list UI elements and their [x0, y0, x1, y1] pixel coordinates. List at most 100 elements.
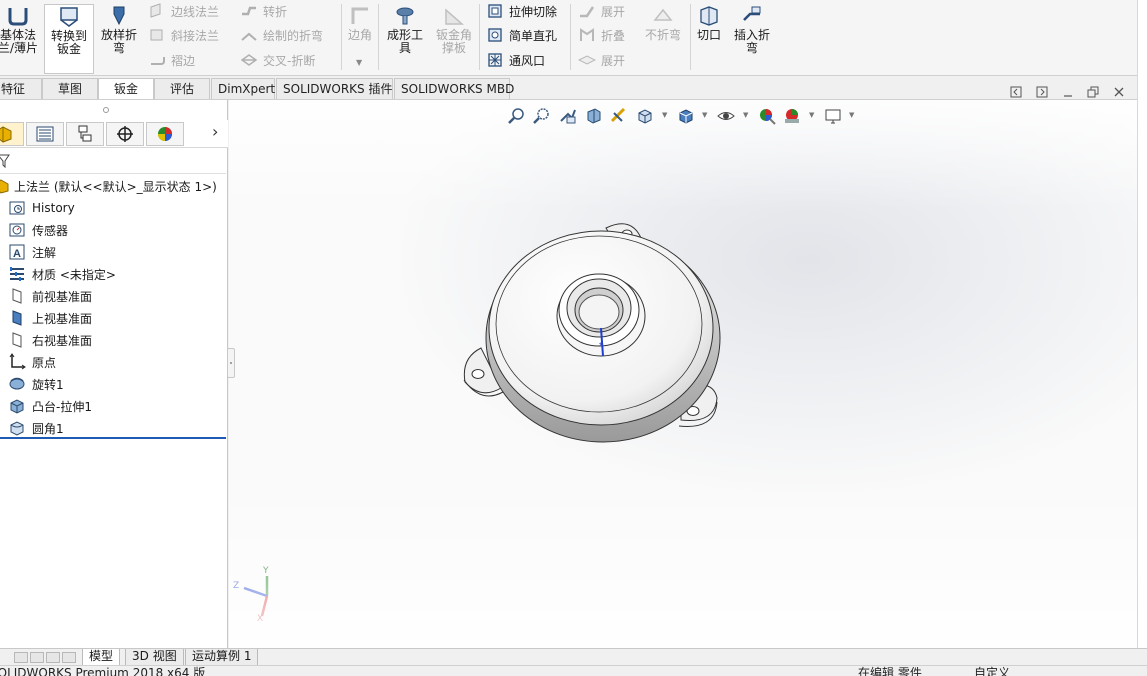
status-bar: SOLIDWORKS Premium 2018 x64 版 在编辑 零件 自定义 [0, 665, 1147, 676]
configuration-manager-tab[interactable] [66, 122, 104, 146]
dynamic-annotation-views-icon[interactable] [608, 105, 630, 127]
tree-item-label: 上视基准面 [32, 311, 93, 326]
hide-show-items-icon[interactable] [715, 105, 737, 127]
fold-button[interactable]: 折叠 [578, 24, 625, 46]
sheet-metal-gusset-button[interactable]: 钣金角 撑板 [432, 4, 476, 74]
forming-tool-button[interactable]: 成形工 具 [384, 4, 426, 74]
view-orientation-icon[interactable] [634, 105, 656, 127]
rip-button[interactable]: 切口 [694, 4, 724, 74]
tree-item-label: 圆角1 [32, 421, 64, 436]
tree-root-part[interactable]: 上法兰 (默认<<默认>_显示状态 1>) [0, 176, 217, 196]
tab-solidworks-mbd[interactable]: SOLIDWORKS MBD [394, 78, 514, 99]
feature-manager-tab[interactable] [0, 122, 24, 146]
panel-splitter-handle[interactable] [227, 348, 235, 378]
sketched-bend-icon [241, 32, 257, 41]
tab-sketch[interactable]: 草图 [42, 78, 98, 99]
restore-icon[interactable] [1085, 84, 1101, 100]
corners-dropdown-icon[interactable]: ▼ [356, 58, 362, 67]
no-bends-label: 不折弯 [644, 28, 681, 42]
simple-hole-button[interactable]: 简单直孔 [486, 24, 557, 46]
tab-sheet-metal[interactable]: 钣金 [98, 78, 154, 99]
view-settings-icon[interactable] [822, 105, 844, 127]
tree-item-boss-extrude1[interactable]: 凸台-拉伸1 [8, 395, 92, 417]
bottom-tab-bar: 模型 3D 视图 运动算例 1 [0, 648, 1147, 666]
nav-next-icon[interactable] [46, 652, 60, 663]
filter-row[interactable] [0, 150, 226, 174]
tab-evaluate[interactable]: 评估 [154, 78, 210, 99]
tab-dimxpert[interactable]: DimXpert [211, 78, 275, 99]
minimize-icon[interactable] [1060, 84, 1076, 100]
ribbon-separator [378, 4, 379, 70]
property-manager-tab[interactable] [26, 122, 64, 146]
no-bends-icon [653, 8, 673, 21]
tree-item-material[interactable]: 材质 <未指定> [8, 263, 116, 285]
edge-flange-button[interactable]: 边线法兰 [148, 0, 219, 22]
convert-to-sheet-metal-button[interactable]: 转换到 钣金 [44, 4, 94, 74]
insert-bends-button[interactable]: 插入折 弯 [729, 4, 775, 74]
extruded-cut-button[interactable]: 拉伸切除 [486, 0, 557, 22]
dimxpert-manager-tab[interactable] [106, 122, 144, 146]
triad-y-label: Y [263, 566, 269, 576]
tree-item-right-plane[interactable]: 右视基准面 [8, 329, 92, 351]
cross-break-button[interactable]: 交叉-折断 [240, 49, 315, 71]
apply-scene-icon[interactable] [781, 105, 803, 127]
cross-break-label: 交叉-折断 [263, 53, 316, 68]
flatten-button[interactable]: 展开 [578, 49, 625, 71]
plane-icon [12, 288, 22, 304]
nav-prev-icon[interactable] [30, 652, 44, 663]
ribbon-separator [479, 4, 480, 70]
tab-3d-views[interactable]: 3D 视图 [125, 649, 184, 666]
section-view-icon[interactable] [583, 105, 605, 127]
tab-model[interactable]: 模型 [82, 649, 121, 666]
panel-expand-arrow-icon[interactable]: › [212, 122, 218, 141]
nav-last-icon[interactable] [62, 652, 76, 663]
view-settings-dropdown-icon[interactable]: ▼ [849, 111, 854, 119]
edit-appearance-icon[interactable] [756, 105, 778, 127]
graphics-area[interactable]: ▼ ▼ ▼ ▼ ▼ * Y Z X [229, 100, 1137, 648]
base-flange-button[interactable]: 基体法 兰/薄片 [0, 4, 40, 74]
flange-3d-model[interactable]: * [461, 218, 726, 448]
status-editing: 在编辑 零件 [858, 666, 922, 676]
display-style-dropdown-icon[interactable]: ▼ [702, 111, 707, 119]
zoom-to-area-icon[interactable] [531, 105, 553, 127]
display-manager-tab[interactable] [146, 122, 184, 146]
lofted-bend-button[interactable]: 放样折 弯 [96, 4, 142, 74]
view-orientation-dropdown-icon[interactable]: ▼ [662, 111, 667, 119]
tree-item-revolve1[interactable]: 旋转1 [8, 373, 64, 395]
insert-bends-label-2: 弯 [745, 41, 758, 55]
tab-solidworks-addins[interactable]: SOLIDWORKS 插件 [276, 78, 393, 99]
tab-motion-study-1[interactable]: 运动算例 1 [185, 649, 259, 666]
hide-show-dropdown-icon[interactable]: ▼ [743, 111, 748, 119]
tree-item-label: 旋转1 [32, 377, 64, 392]
tree-item-label: 材质 <未指定> [32, 267, 116, 282]
tab-features[interactable]: 特征 [0, 78, 42, 99]
miter-flange-button[interactable]: 斜接法兰 [148, 24, 219, 46]
sensors-folder-icon [9, 223, 25, 237]
tree-item-fillet1[interactable]: 圆角1 [8, 417, 64, 439]
viewport-tile-right-icon[interactable] [1034, 84, 1050, 100]
tree-item-annotations[interactable]: A 注解 [8, 241, 56, 263]
zoom-to-fit-icon[interactable] [506, 105, 528, 127]
hem-button[interactable]: 褶边 [148, 49, 195, 71]
unfold-button[interactable]: 展开 [578, 0, 625, 22]
sketched-bend-button[interactable]: 绘制的折弯 [240, 24, 323, 46]
tree-item-front-plane[interactable]: 前视基准面 [8, 285, 92, 307]
tree-item-top-plane[interactable]: 上视基准面 [8, 307, 92, 329]
close-icon[interactable] [1111, 84, 1127, 100]
nav-first-icon[interactable] [14, 652, 28, 663]
rollback-bar[interactable] [0, 437, 226, 439]
apply-scene-dropdown-icon[interactable]: ▼ [809, 111, 814, 119]
previous-view-icon[interactable] [557, 105, 579, 127]
panel-grip-icon[interactable] [102, 106, 110, 114]
status-units[interactable]: 自定义 [974, 666, 1010, 676]
tree-item-history[interactable]: History [8, 197, 75, 219]
tree-item-origin[interactable]: 原点 [8, 351, 56, 373]
filter-funnel-icon[interactable] [0, 154, 10, 168]
display-style-icon[interactable] [675, 105, 697, 127]
viewport-tile-left-icon[interactable] [1008, 84, 1024, 100]
no-bends-button[interactable]: 不折弯 [640, 4, 686, 74]
jog-button[interactable]: 转折 [240, 0, 287, 22]
vent-button[interactable]: 通风口 [486, 49, 545, 71]
corners-icon [351, 7, 368, 24]
tree-item-sensors[interactable]: 传感器 [8, 219, 68, 241]
